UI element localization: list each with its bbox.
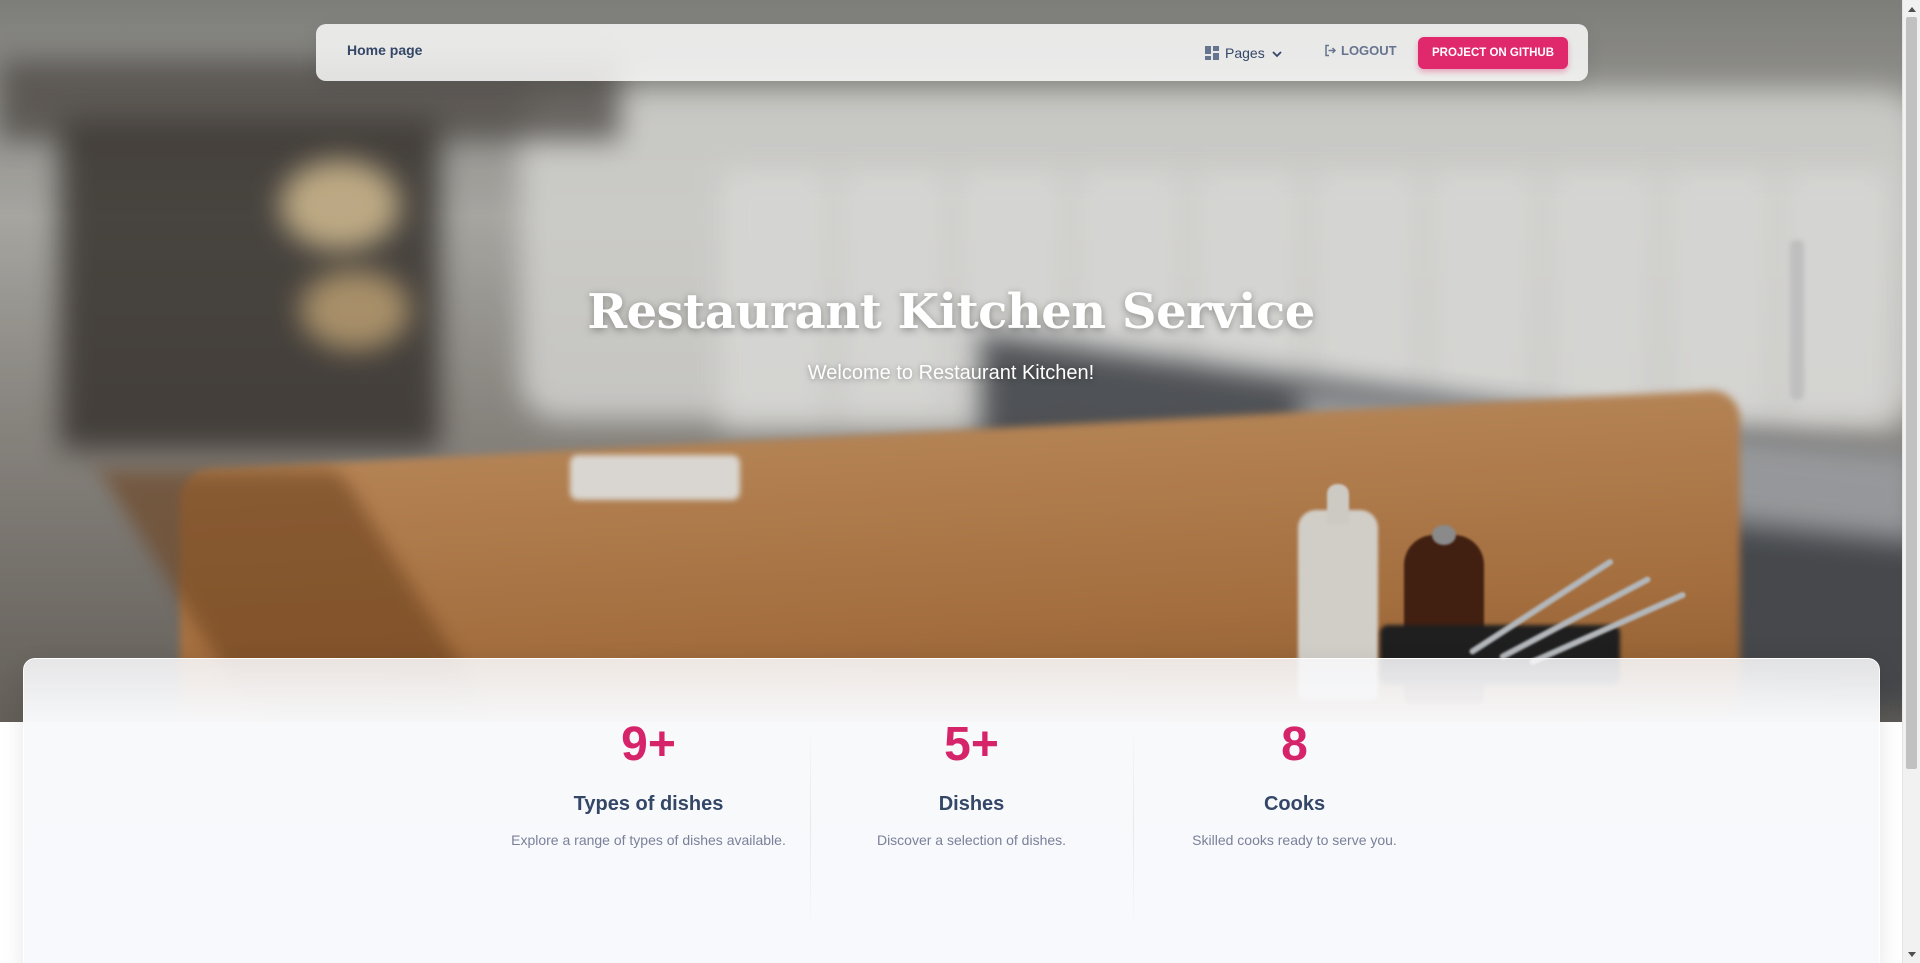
stat-label: Dishes bbox=[938, 793, 1005, 815]
project-on-github-button[interactable]: PROJECT ON GITHUB bbox=[1418, 37, 1568, 69]
logout-link[interactable]: LOGOUT bbox=[1324, 43, 1397, 58]
navbar: Home page Pages LOGOUT PROJECT ON GITHUB bbox=[316, 24, 1588, 81]
hero-title: Restaurant Kitchen Service bbox=[587, 284, 1315, 340]
pages-label: Pages bbox=[1225, 45, 1265, 61]
logout-icon bbox=[1324, 44, 1337, 57]
stat-description: Explore a range of types of dishes avail… bbox=[511, 832, 786, 848]
chevron-down-icon bbox=[1271, 47, 1283, 59]
scroll-up-arrow-icon[interactable] bbox=[1903, 0, 1920, 17]
stat-dishes: 5+ Dishes Discover a selection of dishes… bbox=[810, 721, 1133, 851]
hero-subtitle: Welcome to Restaurant Kitchen! bbox=[807, 362, 1095, 384]
logout-label: LOGOUT bbox=[1341, 43, 1397, 58]
stat-value: 9+ bbox=[621, 718, 676, 771]
dashboard-grid-icon bbox=[1205, 46, 1219, 60]
pages-dropdown[interactable]: Pages bbox=[1205, 41, 1283, 65]
page-scrollbar[interactable] bbox=[1902, 0, 1920, 963]
home-page-link[interactable]: Home page bbox=[347, 42, 422, 58]
stat-description: Skilled cooks ready to serve you. bbox=[1192, 832, 1397, 848]
stat-description: Discover a selection of dishes. bbox=[876, 832, 1067, 848]
scroll-down-arrow-icon[interactable] bbox=[1903, 946, 1920, 963]
hero-background bbox=[0, 0, 1902, 722]
stat-value: 8 bbox=[1281, 718, 1308, 771]
stat-label: Cooks bbox=[1263, 793, 1326, 815]
stat-types-of-dishes: 9+ Types of dishes Explore a range of ty… bbox=[487, 721, 810, 851]
stats-card: 9+ Types of dishes Explore a range of ty… bbox=[23, 658, 1880, 963]
stat-cooks: 8 Cooks Skilled cooks ready to serve you… bbox=[1133, 721, 1456, 851]
stat-label: Types of dishes bbox=[573, 793, 724, 815]
stat-value: 5+ bbox=[944, 718, 999, 771]
scrollbar-thumb[interactable] bbox=[1906, 17, 1917, 769]
